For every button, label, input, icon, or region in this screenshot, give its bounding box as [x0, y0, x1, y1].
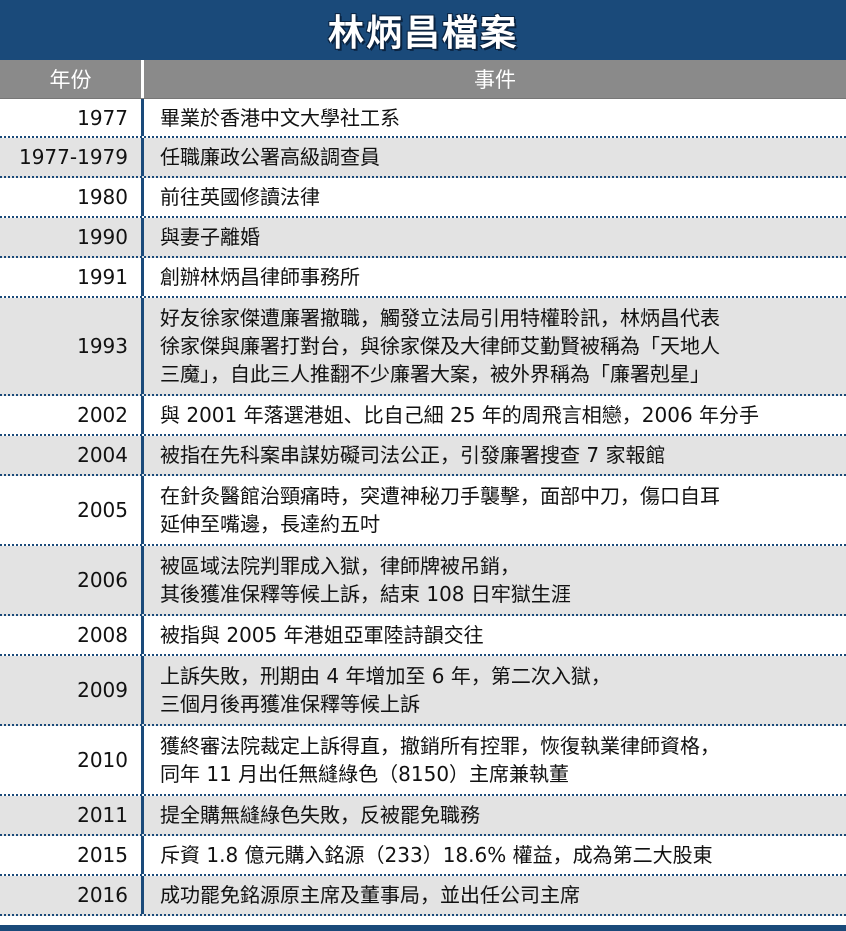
table-row: 1990 與妻子離婚 — [0, 218, 846, 258]
event-line: 與 2001 年落選港姐、比自己細 25 年的周飛言相戀，2006 年分手 — [160, 403, 760, 427]
title-bar: 林炳昌檔案 — [0, 0, 846, 60]
table-row: 2011 提全購無縫綠色失敗，反被罷免職務 — [0, 796, 846, 836]
profile-table: 林炳昌檔案 年份 事件 1977 畢業於香港中文大學社工系 1977-1979 任職廉… — [0, 0, 846, 931]
table-row: 2016 成功罷免銘源原主席及董事局，並出任公司主席 — [0, 876, 846, 916]
event-line: 三魔」，自此三人推翻不少廉署大案，被外界稱為「廉署剋星」 — [160, 362, 710, 386]
year-cell: 2008 — [77, 623, 128, 647]
event-line: 同年 11 月出任無縫綠色（8150）主席兼執董 — [160, 762, 570, 786]
event-cell: 畢業於香港中文大學社工系 — [144, 99, 846, 136]
event-line: 三個月後再獲准保釋等候上訴 — [160, 692, 420, 716]
year-cell: 2005 — [77, 498, 128, 522]
event-line: 延伸至嘴邊，長達約五吋 — [160, 512, 380, 536]
event-cell: 任職廉政公署高級調查員 — [144, 138, 846, 176]
event-cell: 提全購無縫綠色失敗，反被罷免職務 — [144, 796, 846, 834]
event-cell: 被區域法院判罪成入獄，律師牌被吊銷， 其後獲准保釋等候上訴，結束 108 日牢獄生… — [144, 546, 846, 614]
event-line: 其後獲准保釋等候上訴，結束 108 日牢獄生涯 — [160, 582, 571, 606]
event-line: 好友徐家傑遭廉署撤職，觸發立法局引用特權聆訊，林炳昌代表 — [160, 306, 720, 330]
event-line: 被指在先科案串謀妨礙司法公正，引發廉署搜查 7 家報館 — [160, 443, 666, 467]
event-line: 徐家傑與廉署打對台，與徐家傑及大律師艾勤賢被稱為「天地人 — [160, 334, 720, 358]
year-cell: 1977-1979 — [18, 145, 128, 169]
year-cell: 2010 — [77, 748, 128, 772]
year-cell: 2002 — [77, 403, 128, 427]
event-line: 畢業於香港中文大學社工系 — [160, 105, 400, 130]
event-line: 任職廉政公署高級調查員 — [160, 145, 380, 169]
table-row: 2006 被區域法院判罪成入獄，律師牌被吊銷， 其後獲准保釋等候上訴，結束 108 … — [0, 546, 846, 616]
event-cell: 成功罷免銘源原主席及董事局，並出任公司主席 — [144, 876, 846, 914]
table-row: 2008 被指與 2005 年港姐亞軍陸詩韻交往 — [0, 616, 846, 656]
table-row: 1977-1979 任職廉政公署高級調查員 — [0, 138, 846, 178]
year-cell: 2011 — [77, 803, 128, 827]
event-line: 提全購無縫綠色失敗，反被罷免職務 — [160, 803, 480, 827]
year-cell: 2006 — [77, 568, 128, 592]
header-year: 年份 — [49, 68, 92, 92]
event-line: 上訴失敗，刑期由 4 年增加至 6 年，第二次入獄， — [160, 664, 611, 688]
event-line: 被區域法院判罪成入獄，律師牌被吊銷， — [160, 554, 520, 578]
table-row: 1991 創辦林炳昌律師事務所 — [0, 258, 846, 298]
table-row: 2005 在針灸醫館治頸痛時，突遭神秘刀手襲擊，面部中刀，傷口自耳 延伸至嘴邊，長達… — [0, 476, 846, 546]
table-row: 1980 前往英國修讀法律 — [0, 178, 846, 218]
event-line: 在針灸醫館治頸痛時，突遭神秘刀手襲擊，面部中刀，傷口自耳 — [160, 484, 720, 508]
table-body: 1977 畢業於香港中文大學社工系 1977-1979 任職廉政公署高級調查員 1980… — [0, 99, 846, 916]
event-cell: 好友徐家傑遭廉署撤職，觸發立法局引用特權聆訊，林炳昌代表 徐家傑與廉署打對台，與徐… — [144, 298, 846, 394]
table-header: 年份 事件 — [0, 60, 846, 99]
year-cell: 2015 — [77, 843, 128, 867]
event-cell: 上訴失敗，刑期由 4 年增加至 6 年，第二次入獄， 三個月後再獲准保釋等候上訴 — [144, 656, 846, 724]
event-line: 獲終審法院裁定上訴得直，撤銷所有控罪，恢復執業律師資格， — [160, 734, 720, 758]
year-cell: 2004 — [77, 443, 128, 467]
event-line: 成功罷免銘源原主席及董事局，並出任公司主席 — [160, 883, 580, 907]
event-cell: 斥資 1.8 億元購入銘源（233）18.6% 權益，成為第二大股東 — [144, 836, 846, 874]
event-cell: 被指與 2005 年港姐亞軍陸詩韻交往 — [144, 616, 846, 654]
year-cell: 1990 — [77, 225, 128, 249]
page-title: 林炳昌檔案 — [327, 13, 518, 54]
bottom-bar — [0, 925, 846, 931]
event-line: 被指與 2005 年港姐亞軍陸詩韻交往 — [160, 623, 484, 647]
year-cell: 1993 — [77, 334, 128, 358]
event-cell: 與 2001 年落選港姐、比自己細 25 年的周飛言相戀，2006 年分手 — [144, 396, 846, 434]
table-row: 2004 被指在先科案串謀妨礙司法公正，引發廉署搜查 7 家報館 — [0, 436, 846, 476]
event-line: 斥資 1.8 億元購入銘源（233）18.6% 權益，成為第二大股東 — [160, 843, 713, 867]
table-row: 1977 畢業於香港中文大學社工系 — [0, 99, 846, 138]
year-cell: 1980 — [77, 185, 128, 209]
table-row: 2009 上訴失敗，刑期由 4 年增加至 6 年，第二次入獄， 三個月後再獲准保釋等… — [0, 656, 846, 726]
event-cell: 創辦林炳昌律師事務所 — [144, 258, 846, 296]
table-row: 2010 獲終審法院裁定上訴得直，撤銷所有控罪，恢復執業律師資格， 同年 11 月出… — [0, 726, 846, 796]
table-row: 2015 斥資 1.8 億元購入銘源（233）18.6% 權益，成為第二大股東 — [0, 836, 846, 876]
event-cell: 與妻子離婚 — [144, 218, 846, 256]
event-line: 與妻子離婚 — [160, 225, 260, 249]
year-cell: 1977 — [77, 105, 128, 130]
year-cell: 2016 — [77, 883, 128, 907]
year-cell: 1991 — [77, 265, 128, 289]
event-cell: 獲終審法院裁定上訴得直，撤銷所有控罪，恢復執業律師資格， 同年 11 月出任無縫綠… — [144, 726, 846, 794]
event-line: 創辦林炳昌律師事務所 — [160, 265, 360, 289]
event-cell: 被指在先科案串謀妨礙司法公正，引發廉署搜查 7 家報館 — [144, 436, 846, 474]
event-line: 前往英國修讀法律 — [160, 185, 320, 209]
year-cell: 2009 — [77, 678, 128, 702]
event-cell: 前往英國修讀法律 — [144, 178, 846, 216]
header-event: 事件 — [474, 68, 516, 92]
table-row: 2002 與 2001 年落選港姐、比自己細 25 年的周飛言相戀，2006 年分… — [0, 396, 846, 436]
event-cell: 在針灸醫館治頸痛時，突遭神秘刀手襲擊，面部中刀，傷口自耳 延伸至嘴邊，長達約五吋 — [144, 476, 846, 544]
table-row: 1993 好友徐家傑遭廉署撤職，觸發立法局引用特權聆訊，林炳昌代表 徐家傑與廉署打對… — [0, 298, 846, 396]
